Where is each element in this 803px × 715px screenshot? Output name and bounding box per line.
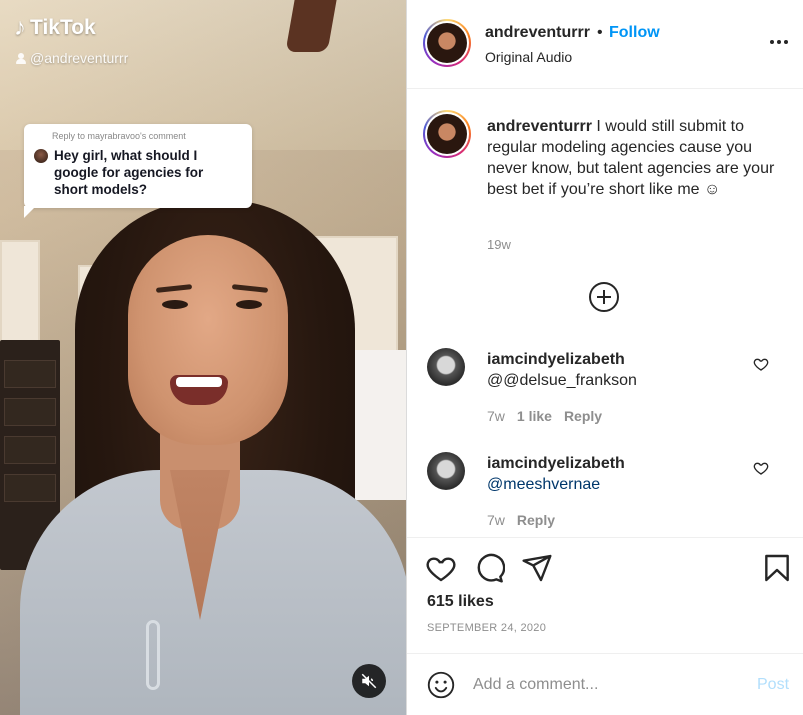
reply-button[interactable]: Reply [564,408,602,424]
save-icon[interactable] [761,552,793,584]
comment-username[interactable]: iamcindyelizabeth [487,351,625,369]
reply-text: Hey girl, what should I google for agenc… [54,148,204,197]
commenter-avatar[interactable] [427,348,465,386]
comment-age[interactable]: 7w [487,408,505,424]
more-dots-icon [770,40,774,44]
comment-age[interactable]: 7w [487,512,505,528]
load-more-comments-icon[interactable] [589,282,619,312]
tiktok-handle: @andreventurrr [16,50,128,66]
commenter-avatar[interactable] [427,452,465,490]
header-username[interactable]: andreventurrr [485,24,590,42]
post-date[interactable]: SEPTEMBER 24, 2020 [427,622,546,634]
person-face [128,235,288,445]
reply-header: Reply to mayrabravoo's comment [52,131,186,141]
speaker-muted-icon [361,673,377,689]
caption-avatar[interactable] [423,110,471,158]
comment-username[interactable]: iamcindyelizabeth [487,455,625,473]
tiktok-logo: ♪ TikTok [14,14,96,42]
zipper [146,620,160,690]
add-comment-bar: Post [407,653,803,715]
profile-avatar[interactable] [423,19,471,67]
post-button[interactable]: Post [757,676,789,694]
comment-input[interactable] [473,672,743,698]
mute-button[interactable] [352,664,386,698]
tiktok-brand: TikTok [30,16,96,39]
likes-count[interactable]: 615 likes [427,593,494,611]
post-header: andreventurrr • Follow Original Audio [407,0,803,89]
video-player[interactable]: ♪ TikTok @andreventurrr Reply to mayrabr… [0,0,406,715]
post-actions [407,537,803,597]
comment-mention[interactable]: @meeshvernae [487,476,600,494]
like-comment-icon[interactable] [753,356,769,372]
header-separator: • [597,24,603,41]
post-side-panel: andreventurrr • Follow Original Audio an… [406,0,803,715]
comment-item: iamcindyelizabeth @meeshvernae 7w Reply [407,452,803,542]
comment-likes[interactable]: 1 like [517,408,552,424]
caption-timestamp[interactable]: 19w [487,237,511,252]
emoji-icon[interactable] [427,671,455,699]
share-icon[interactable] [521,552,553,584]
post-caption: andreventurrr I would still submit to re… [487,116,777,200]
reply-button[interactable]: Reply [517,512,555,528]
comment-item: iamcindyelizabeth @@delsue_frankson 7w 1… [407,348,803,438]
caption-username[interactable]: andreventurrr [487,118,592,135]
follow-button[interactable]: Follow [609,24,660,42]
comment-text: @@delsue_frankson [487,372,637,389]
reply-bubble: Reply to mayrabravoo's comment Hey girl,… [24,124,252,218]
like-icon[interactable] [425,552,457,584]
reply-avatar [34,149,48,163]
comment-icon[interactable] [473,552,505,584]
tiktok-note-icon: ♪ [14,14,26,41]
like-comment-icon[interactable] [753,460,769,476]
user-icon [16,52,26,64]
audio-label[interactable]: Original Audio [485,49,572,65]
more-options-button[interactable] [770,40,788,44]
